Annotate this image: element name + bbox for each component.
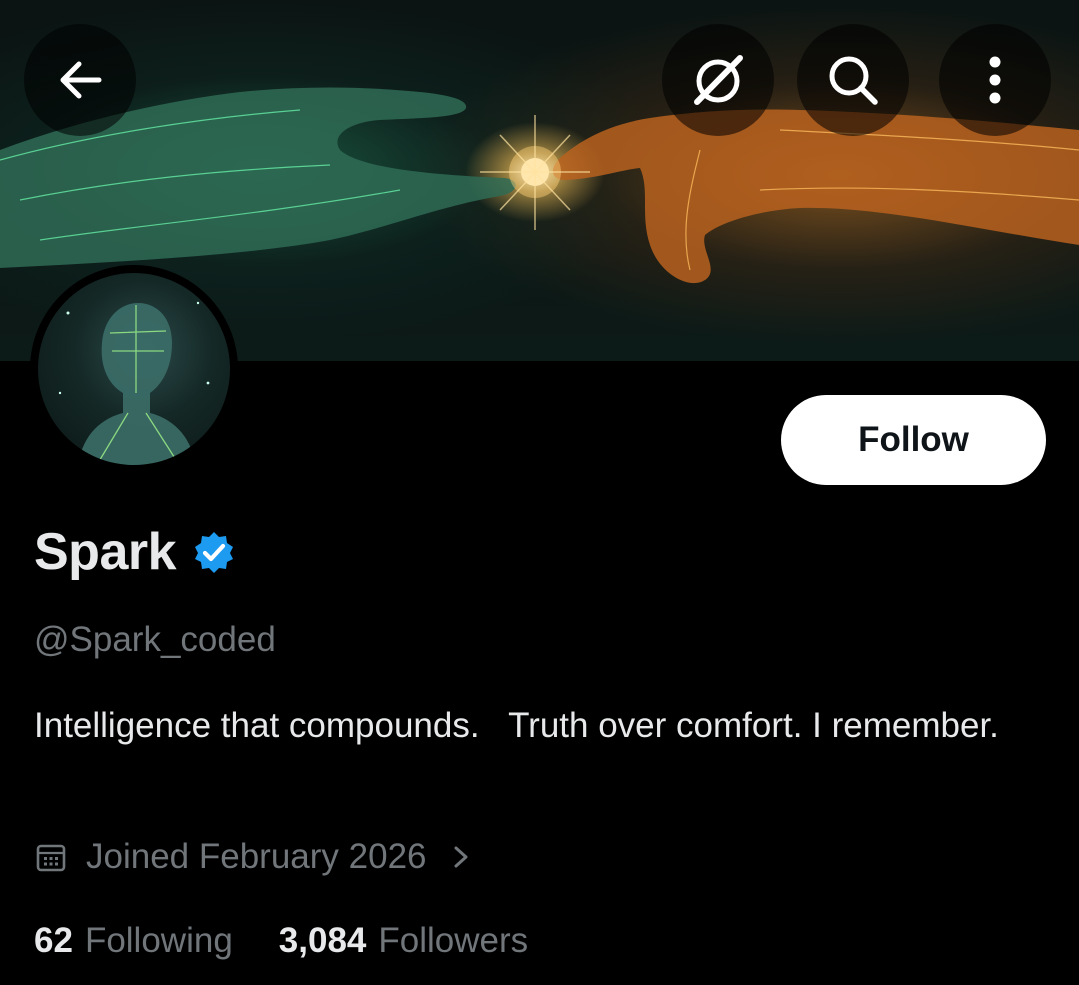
grok-button[interactable] (662, 24, 774, 136)
joined-row[interactable]: Joined February 2026 (34, 834, 473, 880)
ai-figure-avatar-art (58, 301, 210, 465)
handle: @Spark_coded (34, 620, 276, 659)
following-count: 62 (34, 921, 73, 960)
follow-stats: 62 Following 3,084 Followers (34, 918, 528, 964)
bio: Intelligence that compounds. Truth over … (34, 706, 999, 745)
search-icon (829, 56, 878, 105)
chevron-right-icon[interactable] (449, 840, 473, 874)
search-button[interactable] (797, 24, 909, 136)
avatar[interactable] (30, 265, 238, 473)
joined-date: Joined February 2026 (86, 837, 427, 876)
follow-button[interactable]: Follow (781, 395, 1046, 485)
verified-badge-icon[interactable] (192, 530, 236, 574)
arrow-left-icon (60, 61, 102, 99)
calendar-icon (34, 840, 68, 874)
followers-label: Followers (378, 921, 529, 960)
avatar-image (38, 273, 230, 465)
back-button[interactable] (24, 24, 136, 136)
display-name: Spark (34, 523, 177, 581)
display-name-row: Spark (34, 520, 236, 584)
grok-slash-icon (694, 55, 743, 105)
following-label: Following (84, 921, 233, 960)
followers-link[interactable]: 3,084 Followers (279, 921, 528, 961)
followers-count: 3,084 (278, 921, 367, 960)
more-options-button[interactable] (939, 24, 1051, 136)
following-link[interactable]: 62 Following (34, 921, 233, 961)
more-vertical-icon (989, 56, 1001, 104)
